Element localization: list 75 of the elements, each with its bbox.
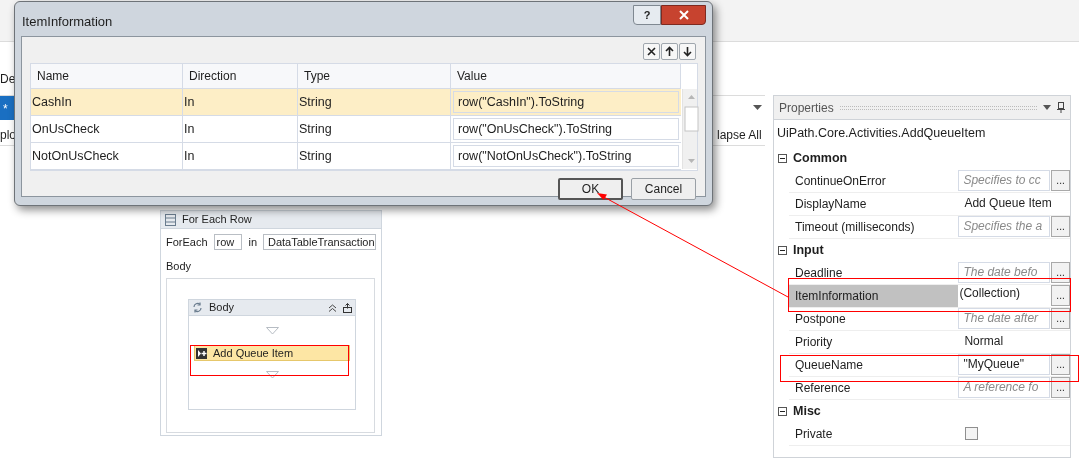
table-cell: String (298, 89, 451, 115)
class-name: UiPath.Core.Activities.AddQueueItem (776, 125, 987, 142)
field-label: ForEach (166, 235, 208, 250)
checkbox[interactable] (965, 427, 978, 440)
column-header[interactable]: Direction (183, 64, 298, 88)
collapse-icon[interactable] (778, 246, 787, 255)
up-arrow-icon (664, 46, 675, 57)
table-cell: In (183, 89, 298, 115)
ellipsis-button[interactable]: ... (1051, 377, 1070, 398)
input-field[interactable]: Specifies to cc (958, 170, 1051, 191)
grid-row[interactable]: OnUsCheck In String row("OnUsCheck").ToString (31, 116, 681, 143)
dialog-button[interactable]: Cancel (631, 178, 696, 200)
collapse-icon[interactable] (328, 303, 337, 312)
input-field[interactable]: DataTableTransaction (263, 234, 376, 251)
collapse-all-link[interactable]: lapse All (717, 126, 762, 144)
dialog-button[interactable]: OK (558, 178, 623, 200)
queue-add-icon (196, 347, 207, 359)
collapse-icon[interactable] (778, 407, 787, 416)
grid-row[interactable]: NotOnUsCheck In String row("NotOnUsCheck").ToString (31, 143, 681, 170)
table-cell: In (183, 116, 298, 142)
sequence-title: Body (209, 300, 235, 316)
window-title: ItemInformation (22, 13, 113, 31)
table-cell: In (183, 143, 298, 169)
field-label: in (248, 235, 257, 250)
help-button[interactable]: ? (633, 5, 661, 25)
collapse-icon[interactable] (778, 154, 787, 163)
column-header[interactable]: Value (451, 64, 681, 88)
category-label: Input (793, 242, 824, 260)
input-field[interactable]: row("NotOnUsCheck").ToString (453, 145, 679, 167)
toolbar-button[interactable] (661, 43, 678, 60)
ellipsis-button[interactable]: ... (1051, 308, 1070, 329)
table-cell: NotOnUsCheck (31, 143, 183, 169)
pin-icon[interactable] (1057, 102, 1065, 113)
category-label: Misc (793, 403, 821, 421)
property-value: (Collection) (958, 285, 1022, 302)
property-value: Add Queue Item (963, 195, 1053, 212)
table-cell: String (298, 116, 451, 142)
table-cell: OnUsCheck (31, 116, 183, 142)
drop-target-icon[interactable] (265, 371, 279, 379)
input-field[interactable]: The date after (958, 308, 1051, 329)
delete-icon (646, 46, 657, 57)
input-field[interactable]: row (213, 234, 243, 251)
ellipsis-button[interactable]: ... (1051, 354, 1070, 375)
expand-icon[interactable] (343, 302, 352, 313)
close-button[interactable] (661, 5, 706, 25)
input-field[interactable]: The date befo (958, 262, 1051, 283)
toolbar-button[interactable] (643, 43, 660, 60)
column-header[interactable]: Name (31, 64, 183, 88)
panel-title: Properties (779, 99, 834, 117)
cycle-icon (192, 302, 203, 313)
activity-title: For Each Row (182, 212, 252, 228)
ellipsis-button[interactable]: ... (1051, 285, 1070, 306)
down-arrow-icon (682, 46, 693, 57)
input-field[interactable]: A reference fo (958, 377, 1051, 398)
dropdown-icon[interactable] (753, 105, 762, 110)
table-cell: CashIn (31, 89, 183, 115)
toolbar-button[interactable] (679, 43, 696, 60)
body-label: Body (165, 258, 193, 274)
input-field[interactable]: Specifies the a (958, 216, 1051, 237)
property-name[interactable]: ItemInformation (789, 285, 959, 307)
close-icon (678, 10, 689, 20)
partial-label: De (0, 71, 16, 88)
property-value: Normal (963, 333, 1005, 350)
table-icon (165, 213, 176, 226)
ellipsis-button[interactable]: ... (1051, 170, 1070, 191)
input-field[interactable]: row("CashIn").ToString (453, 91, 679, 113)
table-cell: String (298, 143, 451, 169)
ellipsis-button[interactable]: ... (1051, 216, 1070, 237)
grid-row[interactable]: CashIn In String row("CashIn").ToString (31, 89, 681, 116)
category-label: Common (793, 150, 848, 168)
dropdown-icon[interactable] (1043, 105, 1051, 110)
input-field[interactable]: "MyQueue" (958, 354, 1051, 375)
input-field[interactable]: row("OnUsCheck").ToString (453, 118, 679, 140)
column-header[interactable]: Type (298, 64, 451, 88)
ellipsis-button[interactable]: ... (1051, 262, 1070, 283)
